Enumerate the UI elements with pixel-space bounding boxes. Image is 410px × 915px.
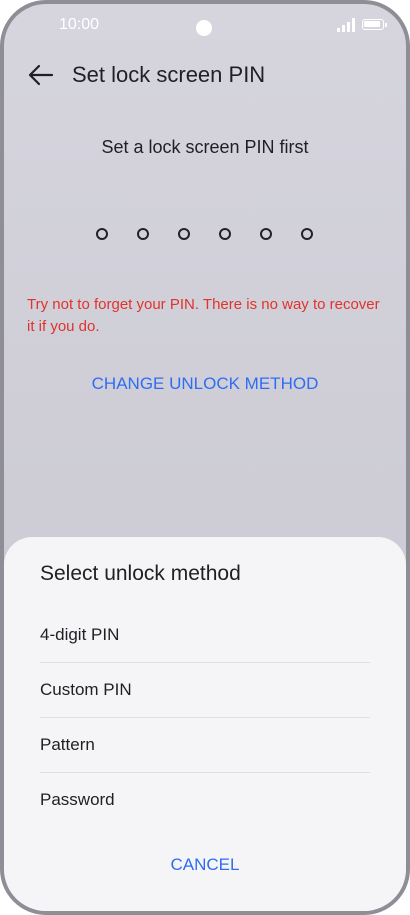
front-camera <box>196 20 212 36</box>
status-bar: 10:00 <box>4 4 406 44</box>
divider <box>40 772 370 773</box>
pin-dot <box>137 228 149 240</box>
option-label: 4-digit PIN <box>40 625 120 644</box>
signal-icon <box>337 18 355 32</box>
arrow-left-icon <box>28 64 54 86</box>
pin-dot <box>96 228 108 240</box>
status-time: 10:00 <box>59 16 100 33</box>
pin-entry-dots[interactable] <box>96 228 326 244</box>
back-button[interactable] <box>24 58 58 92</box>
sheet-title: Select unlock method <box>40 562 241 585</box>
screen: 10:00 Set lock screen PIN Set a lock scr… <box>4 4 406 911</box>
unlock-method-sheet: Select unlock method 4-digit PIN Custom … <box>4 537 406 911</box>
divider <box>40 717 370 718</box>
option-label: Password <box>40 790 115 809</box>
pin-dot <box>178 228 190 240</box>
instruction-text: Set a lock screen PIN first <box>101 137 309 157</box>
option-custom-pin[interactable]: Custom PIN <box>40 664 370 718</box>
pin-dot <box>301 228 313 240</box>
battery-icon <box>362 19 387 30</box>
option-label: Pattern <box>40 735 95 754</box>
option-4-digit-pin[interactable]: 4-digit PIN <box>40 609 370 663</box>
pin-dot <box>260 228 272 240</box>
option-label: Custom PIN <box>40 680 132 699</box>
option-pattern[interactable]: Pattern <box>40 719 370 773</box>
option-password[interactable]: Password <box>40 774 370 828</box>
page-title: Set lock screen PIN <box>72 62 266 87</box>
pin-dot <box>219 228 231 240</box>
phone-frame: 10:00 Set lock screen PIN Set a lock scr… <box>0 0 410 915</box>
divider <box>40 662 370 663</box>
pin-warning-text: Try not to forget your PIN. There is no … <box>27 296 380 335</box>
cancel-button[interactable]: CANCEL <box>4 855 406 875</box>
change-unlock-method-link[interactable]: CHANGE UNLOCK METHOD <box>4 374 406 394</box>
